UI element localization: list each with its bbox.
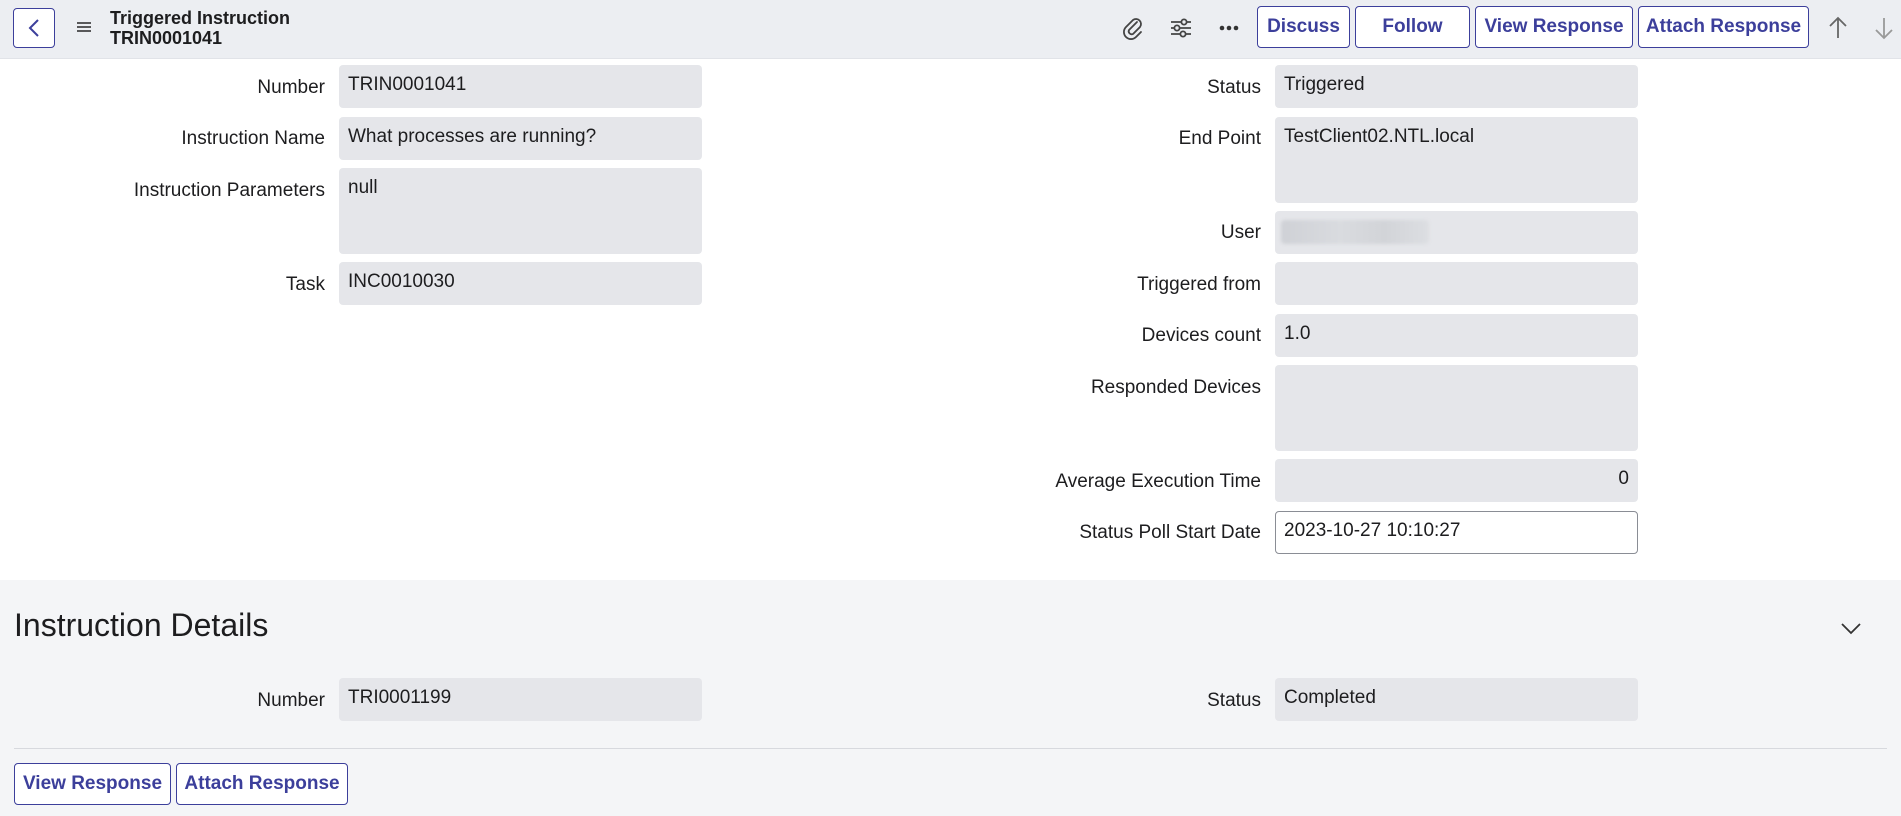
view-response-button[interactable]: View Response: [1475, 6, 1633, 48]
attach-response-button[interactable]: Attach Response: [1638, 6, 1809, 48]
redacted-user-value: [1281, 220, 1429, 244]
instruction-name-field[interactable]: What processes are running?: [339, 117, 702, 160]
divider: [14, 748, 1887, 749]
back-icon: [28, 19, 39, 37]
status-label: Status: [1207, 77, 1261, 98]
average-execution-time-field[interactable]: 0: [1275, 459, 1638, 502]
details-status-field[interactable]: Completed: [1275, 678, 1638, 721]
status-poll-start-date-input[interactable]: 2023-10-27 10:10:27: [1275, 511, 1638, 554]
record-number: TRIN0001041: [110, 28, 223, 48]
chevron-down-icon[interactable]: [1838, 618, 1864, 638]
discuss-button[interactable]: Discuss: [1257, 6, 1350, 48]
number-label: Number: [257, 77, 325, 98]
user-label: User: [1220, 222, 1261, 243]
instruction-parameters-label: Instruction Parameters: [133, 180, 325, 201]
footer-attach-response-button[interactable]: Attach Response: [176, 763, 348, 805]
end-point-label: End Point: [1178, 128, 1261, 149]
back-button[interactable]: [13, 8, 55, 48]
number-field[interactable]: TRIN0001041: [339, 65, 702, 108]
arrow-down-icon[interactable]: [1871, 14, 1897, 42]
status-poll-start-date-label: Status Poll Start Date: [1079, 522, 1261, 543]
task-label: Task: [285, 274, 325, 295]
task-field[interactable]: INC0010030: [339, 262, 702, 305]
follow-button[interactable]: Follow: [1355, 6, 1470, 48]
paperclip-icon[interactable]: [1120, 15, 1146, 41]
menu-icon[interactable]: [74, 17, 94, 37]
section-title: Instruction Details: [14, 607, 269, 643]
responded-devices-label: Responded Devices: [1090, 377, 1261, 398]
details-status-label: Status: [1207, 690, 1261, 711]
status-field[interactable]: Triggered: [1275, 65, 1638, 108]
triggered-from-label: Triggered from: [1137, 274, 1261, 295]
page-title: Triggered Instruction TRIN0001041: [110, 8, 290, 48]
footer-view-response-button[interactable]: View Response: [14, 763, 171, 805]
details-number-field[interactable]: TRI0001199: [339, 678, 702, 721]
instruction-name-label: Instruction Name: [181, 128, 325, 149]
devices-count-field[interactable]: 1.0: [1275, 314, 1638, 357]
settings-sliders-icon[interactable]: [1168, 15, 1194, 41]
details-number-label: Number: [257, 690, 325, 711]
arrow-up-icon[interactable]: [1825, 14, 1851, 42]
form-header: Triggered Instruction TRIN0001041 Discus…: [0, 0, 1901, 59]
triggered-from-field[interactable]: [1275, 262, 1638, 305]
end-point-field[interactable]: TestClient02.NTL.local: [1275, 117, 1638, 203]
average-execution-time-label: Average Execution Time: [1055, 471, 1261, 492]
more-options-icon[interactable]: [1216, 15, 1242, 41]
responded-devices-field[interactable]: [1275, 365, 1638, 451]
devices-count-label: Devices count: [1141, 325, 1261, 346]
form-title: Triggered Instruction: [110, 8, 291, 28]
instruction-parameters-field[interactable]: null: [339, 168, 702, 254]
